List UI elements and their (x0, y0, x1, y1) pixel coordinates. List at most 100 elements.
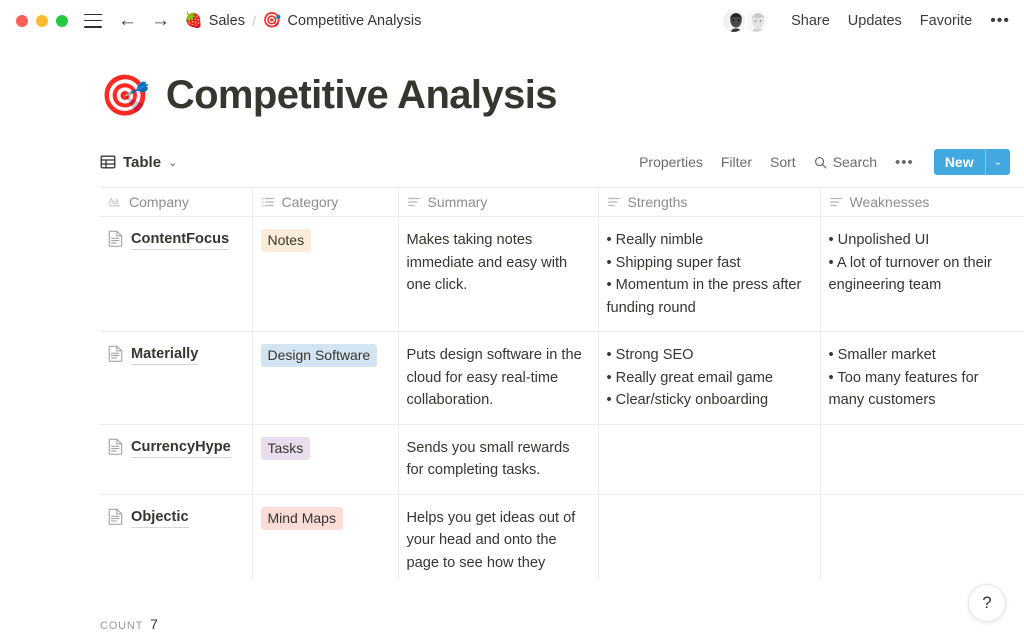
svg-text:Aa: Aa (108, 196, 119, 206)
column-header-category[interactable]: Category (252, 187, 399, 217)
cell-company[interactable]: Objectic (100, 494, 253, 579)
favorite-button[interactable]: Favorite (920, 13, 972, 29)
column-header-weaknesses[interactable]: Weaknesses (820, 187, 1024, 217)
forward-arrow-icon[interactable]: → (151, 11, 170, 30)
cell-category[interactable]: Tasks (252, 424, 399, 495)
updates-button[interactable]: Updates (848, 13, 902, 29)
cell-company[interactable]: ContentFocus (100, 216, 253, 332)
cell-weaknesses[interactable] (820, 494, 1024, 579)
new-button-label: New (944, 154, 974, 170)
page-title[interactable]: Competitive Analysis (166, 73, 558, 118)
navigation-arrows: ← → (118, 11, 170, 30)
sort-button[interactable]: Sort (770, 154, 796, 170)
cell-summary[interactable]: Sends you small rewards for completing t… (398, 424, 599, 495)
page-icon (108, 230, 123, 255)
bullet-item: • Unpolished UI (828, 232, 930, 248)
company-name[interactable]: Objectic (131, 507, 189, 528)
cell-summary[interactable]: Makes taking notes immediate and easy wi… (398, 216, 599, 332)
dart-emoji: 🎯 (262, 12, 282, 29)
column-header-label: Category (281, 194, 339, 210)
database-table: Aa Company Category Summary Strengths We… (100, 187, 1024, 579)
page-icon (108, 345, 123, 370)
collaborator-avatars[interactable] (721, 7, 773, 34)
minimize-window-button[interactable] (36, 14, 48, 27)
cell-summary[interactable]: Helps you get ideas out of your head and… (398, 494, 599, 579)
table: Aa Company Category Summary Strengths We… (100, 187, 1024, 579)
bullet-item: • Really nimble (606, 232, 704, 248)
more-options-icon[interactable]: ••• (990, 12, 1010, 29)
hamburger-menu-icon[interactable] (84, 13, 102, 28)
count-value: 7 (150, 616, 158, 632)
table-body: ContentFocus Notes Makes taking notes imme… (100, 216, 1024, 579)
bullet-item: • Clear/sticky onboarding (606, 392, 769, 408)
table-header-row: Aa Company Category Summary Strengths We… (100, 187, 1024, 217)
bullet-item: • Momentum in the press after funding ro… (606, 277, 802, 316)
select-type-icon (261, 195, 275, 209)
table-footer-count[interactable]: COUNT 7 (100, 616, 158, 632)
toolbar-more-icon[interactable]: ••• (895, 155, 914, 170)
column-header-label: Company (129, 194, 189, 210)
table-row[interactable]: Objectic Mind Maps Helps you get ideas out… (100, 494, 1024, 579)
breadcrumb-separator: / (251, 12, 256, 29)
question-mark-icon: ? (982, 593, 992, 612)
help-button[interactable]: ? (968, 584, 1006, 622)
back-arrow-icon[interactable]: ← (118, 11, 137, 30)
company-name[interactable]: ContentFocus (131, 229, 230, 250)
share-button[interactable]: Share (791, 13, 830, 29)
company-name[interactable]: Materially (131, 344, 199, 365)
text-lines-icon (607, 195, 621, 209)
chevron-down-icon[interactable]: ⌄ (168, 156, 177, 169)
text-lines-icon (407, 195, 421, 209)
breadcrumb-item-competitive-analysis[interactable]: 🎯 Competitive Analysis (263, 13, 421, 29)
toolbar-actions: Properties Filter Sort Search ••• New ⌄ (639, 149, 1024, 175)
bullet-item: • Smaller market (828, 347, 936, 363)
text-lines-icon (829, 195, 843, 209)
maximize-window-button[interactable] (56, 14, 68, 27)
company-name[interactable]: CurrencyHype (131, 437, 231, 458)
filter-button[interactable]: Filter (721, 154, 752, 170)
search-button[interactable]: Search (814, 154, 877, 170)
cell-weaknesses[interactable] (820, 424, 1024, 495)
cell-company[interactable]: CurrencyHype (100, 424, 253, 495)
breadcrumb-item-sales[interactable]: 🍓 Sales (184, 13, 245, 29)
category-tag: Notes (260, 229, 312, 252)
close-window-button[interactable] (16, 14, 28, 27)
column-header-company[interactable]: Aa Company (100, 187, 253, 217)
properties-button[interactable]: Properties (639, 154, 703, 170)
column-header-summary[interactable]: Summary (398, 187, 599, 217)
breadcrumb-label-sales: Sales (208, 12, 245, 29)
breadcrumb-label-competitive-analysis: Competitive Analysis (287, 12, 422, 29)
dart-emoji[interactable]: 🎯 (100, 76, 150, 116)
cell-company[interactable]: Materially (100, 331, 253, 425)
category-tag: Design Software (260, 344, 378, 367)
cell-category[interactable]: Mind Maps (252, 494, 399, 579)
search-label: Search (832, 154, 878, 170)
view-tab-table[interactable]: Table ⌄ (100, 154, 177, 171)
cell-weaknesses[interactable]: • Unpolished UI • A lot of turnover on th… (820, 216, 1024, 332)
cell-strengths[interactable] (598, 424, 821, 495)
column-header-label: Strengths (627, 194, 688, 210)
bullet-item: • Shipping super fast (606, 254, 741, 271)
cell-category[interactable]: Notes (252, 216, 399, 332)
text-type-icon: Aa (108, 195, 122, 209)
breadcrumb: 🍓 Sales / 🎯 Competitive Analysis (184, 13, 421, 29)
cell-summary[interactable]: Puts design software in the cloud for ea… (398, 331, 599, 425)
view-tab-label: Table (123, 153, 162, 171)
table-row[interactable]: ContentFocus Notes Makes taking notes imme… (100, 216, 1024, 332)
category-tag: Mind Maps (260, 506, 343, 530)
table-row[interactable]: CurrencyHype Tasks Sends you small rewards… (100, 424, 1024, 495)
title-bar: ← → 🍓 Sales / 🎯 Competitive Analysis Sha… (0, 0, 1024, 41)
new-button[interactable]: New ⌄ (933, 149, 1010, 175)
cell-category[interactable]: Design Software (252, 331, 399, 425)
bullet-list: • Unpolished UI • A lot of turnover on th… (829, 229, 1015, 297)
cell-strengths[interactable] (598, 494, 821, 579)
avatar[interactable] (721, 7, 748, 34)
column-header-strengths[interactable]: Strengths (598, 187, 821, 217)
bullet-item: • Really great email game (606, 369, 774, 386)
database-toolbar: Table ⌄ Properties Filter Sort Search ••… (0, 145, 1024, 179)
table-row[interactable]: Materially Design Software Puts design sof… (100, 331, 1024, 425)
cell-weaknesses[interactable]: • Smaller market • Too many features for … (820, 331, 1024, 425)
new-button-chevron-icon[interactable]: ⌄ (984, 149, 1010, 175)
cell-strengths[interactable]: • Strong SEO • Really great email game • C… (598, 331, 821, 425)
cell-strengths[interactable]: • Really nimble • Shipping super fast • Mo… (598, 216, 821, 332)
